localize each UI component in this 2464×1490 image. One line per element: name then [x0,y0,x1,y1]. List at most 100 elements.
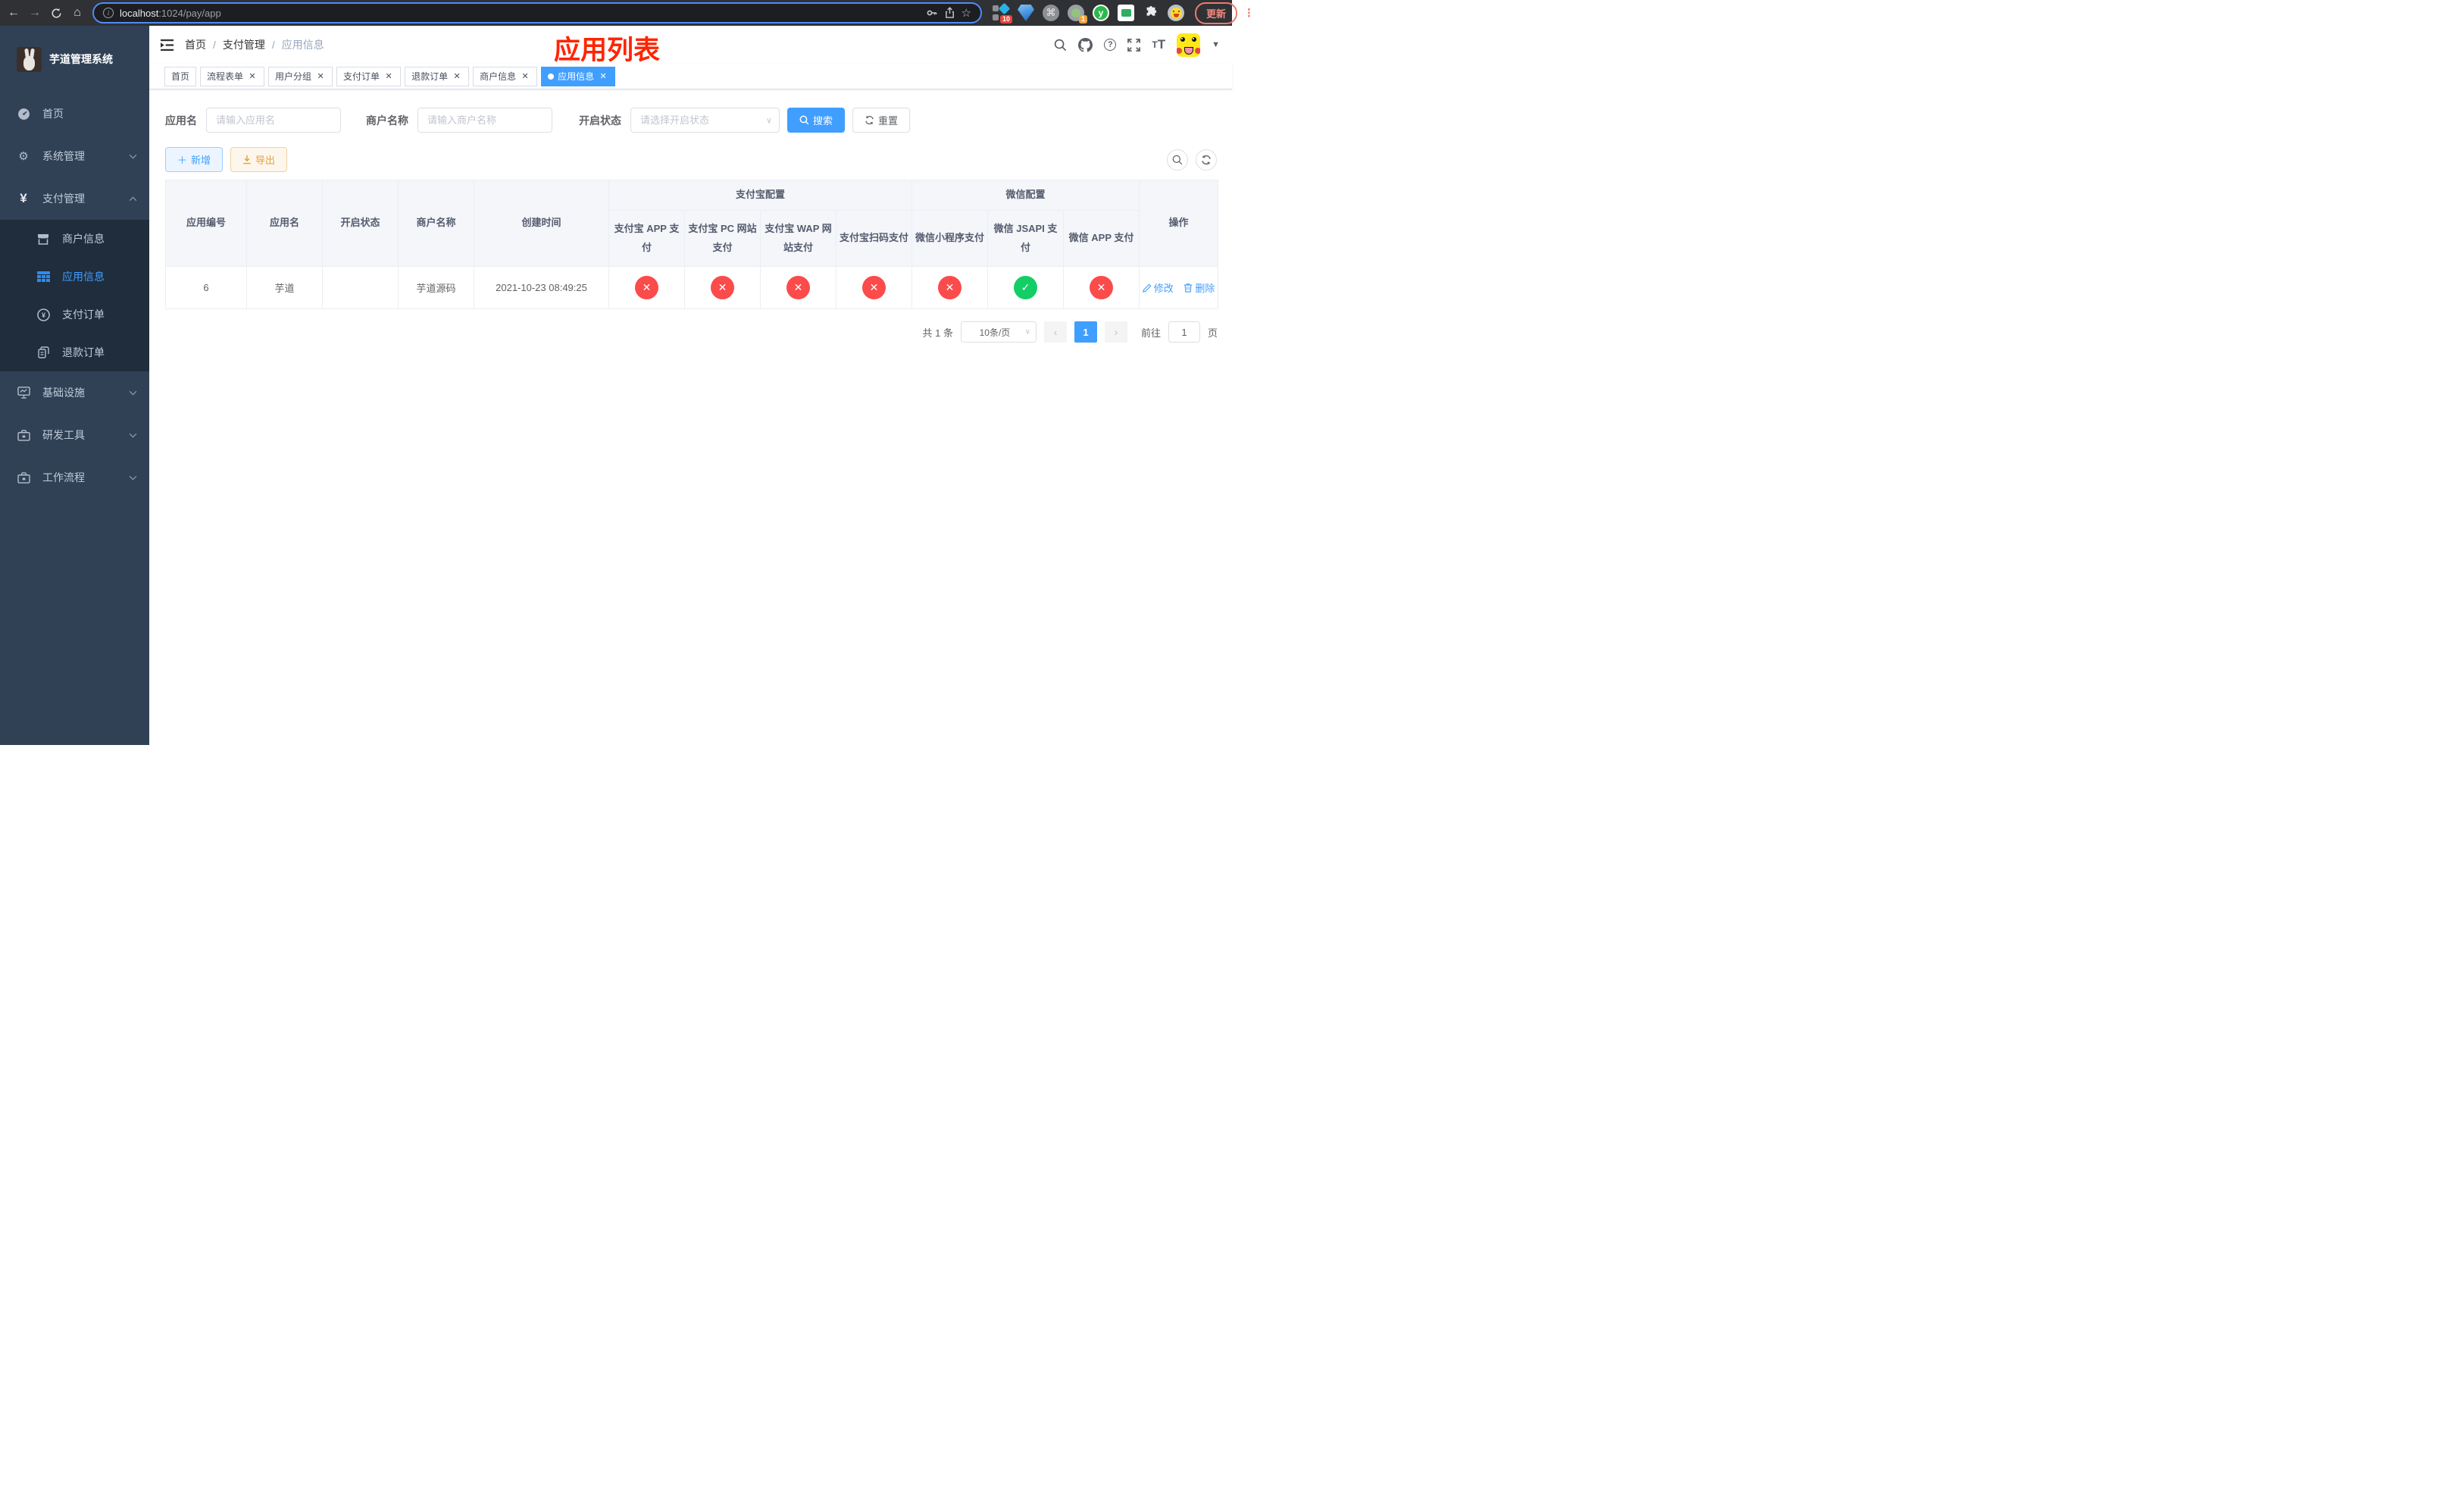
col-actions: 操作 [1139,180,1219,267]
sidebar-item-infra[interactable]: 基础设施 [0,371,149,414]
font-size-icon[interactable]: TT [1152,37,1165,52]
fullscreen-icon[interactable] [1127,38,1141,52]
url-text[interactable]: localhost:1024/pay/app [120,8,920,19]
store-icon [36,233,50,245]
active-dot [548,73,555,80]
page-size-select[interactable]: ∨ [960,321,1037,343]
browser-update-button[interactable]: 更新 [1195,2,1238,24]
sidebar-item-system[interactable]: ⚙ 系统管理 [0,135,149,177]
gem-extension-icon[interactable] [1018,5,1034,21]
show-search-button[interactable] [1167,149,1188,171]
top-navbar: 首页 / 支付管理 / 应用信息 应用列表 ? TT ▼ [149,26,1232,65]
navbar-actions: ? TT ▼ [1054,33,1220,57]
col-merchant: 商户名称 [398,180,474,267]
chevron-down-icon [129,475,137,480]
avatar-extension-icon[interactable]: 1 [1068,5,1087,23]
chevron-down-icon [129,154,137,159]
forward-icon[interactable]: → [26,4,44,22]
breadcrumb-current: 应用信息 [281,39,324,51]
app-name-input[interactable] [206,108,341,133]
help-icon[interactable]: ? [1104,39,1117,51]
tag-home[interactable]: 首页 [164,66,197,86]
monitor-icon [17,387,30,399]
breadcrumb-home[interactable]: 首页 [185,37,206,52]
reset-button[interactable]: 重置 [852,108,911,133]
back-icon[interactable]: ← [5,4,23,22]
sidebar-item-home[interactable]: 首页 [0,92,149,135]
tags-view-bar: 首页 流程表单 ✕ 用户分组 ✕ 支付订单 ✕ 退款订单 ✕ 商户信息 ✕ 应用信息 ✕ [149,64,1232,89]
y-logo-extension-icon[interactable]: y [1093,5,1109,21]
close-icon[interactable]: ✕ [452,71,462,82]
close-icon[interactable]: ✕ [383,71,394,82]
sidebar-item-pay-order[interactable]: ¥ 支付订单 [0,296,149,333]
user-avatar[interactable] [1177,33,1201,57]
col-app-id: 应用编号 [165,180,247,267]
edit-link[interactable]: 修改 [1142,280,1174,295]
avatar-caret-icon[interactable]: ▼ [1212,40,1220,49]
share-icon[interactable] [944,7,955,19]
sidebar-item-app-info[interactable]: 应用信息 [0,258,149,296]
search-button[interactable]: 搜索 [787,108,846,133]
password-key-icon[interactable] [926,7,938,19]
sidebar-item-workflow[interactable]: 工作流程 [0,456,149,499]
close-icon[interactable]: ✕ [520,71,530,82]
merchant-name-label: 商户名称 [366,114,408,127]
close-icon[interactable]: ✕ [598,71,608,82]
col-app-name: 应用名 [246,180,323,267]
sidebar-item-pay[interactable]: ¥ 支付管理 [0,177,149,220]
download-icon [243,155,251,164]
col-wx-mini: 微信小程序支付 [911,210,989,267]
add-button[interactable]: ＋新增 [165,147,224,172]
tag-process-form[interactable]: 流程表单 ✕ [200,66,265,86]
delete-link[interactable]: 删除 [1184,280,1215,295]
app-logo-row[interactable]: 芋道管理系统 [0,26,149,92]
prev-page-button[interactable]: ‹ [1043,321,1067,343]
sidebar-item-dev-tools[interactable]: 研发工具 [0,414,149,456]
page-number-1[interactable]: 1 [1074,321,1097,343]
script-manager-extension-icon[interactable]: 10 [993,2,1012,23]
github-icon[interactable] [1078,37,1093,52]
puzzle-extensions-icon[interactable] [1143,5,1159,21]
bookmark-star-icon[interactable]: ☆ [962,6,971,20]
close-icon[interactable]: ✕ [315,71,326,82]
merchant-name-input[interactable] [417,108,552,133]
status-select[interactable]: ∨ [630,108,780,133]
address-bar[interactable]: i localhost:1024/pay/app ☆ [92,2,982,23]
svg-text:¥: ¥ [41,311,45,319]
export-button[interactable]: 导出 [230,147,288,172]
alipay-wap-status-icon: ✕ [786,276,810,299]
refresh-button[interactable] [1196,149,1217,171]
tag-refund-order[interactable]: 退款订单 ✕ [405,66,470,86]
tag-user-group[interactable]: 用户分组 ✕ [268,66,333,86]
command-extension-icon[interactable]: ⌘ [1043,5,1059,21]
goto-label: 前往 [1140,327,1161,339]
grid-icon [36,271,50,282]
search-icon[interactable] [1054,39,1067,52]
chat-extension-icon[interactable] [1118,5,1134,21]
wx-app-status-icon: ✕ [1090,276,1114,299]
sidebar-fold-icon[interactable] [160,39,174,52]
tag-app-info[interactable]: 应用信息 ✕ [541,66,616,86]
emoji-extension-icon[interactable] [1168,5,1184,21]
alipay-app-status-icon: ✕ [635,276,658,299]
home-icon[interactable]: ⌂ [68,4,86,22]
cell-actions: 修改 删除 [1139,266,1219,309]
tag-pay-order[interactable]: 支付订单 ✕ [336,66,402,86]
goto-page-input[interactable] [1168,321,1200,343]
tag-merchant-info[interactable]: 商户信息 ✕ [473,66,538,86]
cell-status [322,266,399,309]
close-icon[interactable]: ✕ [247,71,258,82]
col-alipay-pc: 支付宝 PC 网站支付 [684,210,761,267]
reload-icon[interactable] [47,4,65,22]
total-count: 共 1 条 [922,327,953,339]
extension-badge: 10 [999,15,1012,23]
next-page-button[interactable]: › [1104,321,1127,343]
gear-icon: ⚙ [18,150,29,163]
logo-rabbit-avatar [17,46,42,72]
chevron-down-icon: ∨ [765,116,772,125]
sidebar-item-refund-order[interactable]: 退款订单 [0,333,149,371]
sidebar-item-merchant-info[interactable]: 商户信息 [0,220,149,258]
browser-menu-icon[interactable]: ⋮ [1243,6,1255,20]
site-info-icon[interactable]: i [103,8,114,18]
breadcrumb-pay[interactable]: 支付管理 [223,37,265,52]
